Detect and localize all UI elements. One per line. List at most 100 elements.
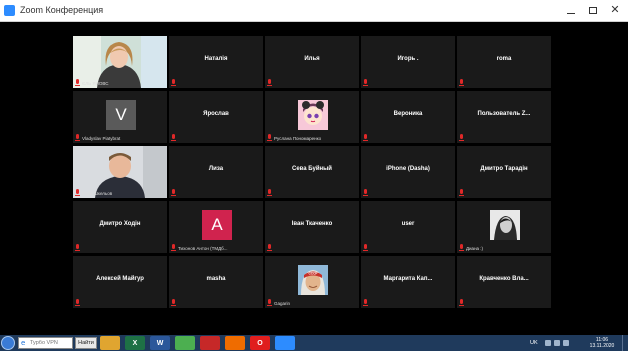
firefox-icon[interactable]: [225, 336, 245, 350]
participant-tile[interactable]: Дмитро Тарадін: [457, 146, 551, 198]
taskbar: e Найти X W O UK 11:06 13.11.2020: [0, 335, 628, 351]
opera-icon[interactable]: O: [250, 336, 270, 350]
window-title: Zoom Конференция: [20, 5, 104, 15]
participant-tile[interactable]: Дмитро Ходін: [73, 201, 167, 253]
maximize-icon: [589, 6, 597, 14]
search-input[interactable]: [30, 338, 72, 348]
participant-tile[interactable]: iPhone (Dasha): [361, 146, 455, 198]
participant-name: Ярослав: [203, 111, 229, 117]
mic-muted-icon: [363, 134, 368, 141]
participant-name: roma: [496, 56, 512, 62]
search-box[interactable]: e: [18, 337, 73, 349]
mic-muted-icon: [75, 299, 80, 306]
participant-tile[interactable]: Диана :): [457, 201, 551, 253]
participant-label: Руслана Пономаренко: [274, 136, 322, 141]
participant-tile[interactable]: V Vladyslav Piatybrat: [73, 91, 167, 143]
title-bar: Zoom Конференция ✕: [0, 0, 628, 22]
mic-muted-icon: [75, 189, 80, 196]
clock[interactable]: 11:06 13.11.2020: [586, 337, 618, 349]
participant-avatar: V: [106, 100, 136, 130]
mic-muted-icon: [267, 79, 272, 86]
participant-label: ЄЛЬ ЯНОВС: [82, 81, 109, 86]
excel-icon[interactable]: X: [125, 336, 145, 350]
participant-tile[interactable]: CCCP Gagarin: [265, 256, 359, 308]
mic-muted-icon: [459, 189, 464, 196]
system-tray: [545, 335, 569, 351]
svg-text:CCCP: CCCP: [308, 272, 318, 276]
participant-tile[interactable]: Наталія: [169, 36, 263, 88]
chrome-icon[interactable]: [175, 336, 195, 350]
zoom-icon[interactable]: [275, 336, 295, 350]
mic-muted-icon: [459, 244, 464, 251]
participant-tile[interactable]: Пользователь Z...: [457, 91, 551, 143]
participant-name: Пользователь Z...: [477, 111, 531, 117]
participant-name: Илья: [304, 56, 320, 62]
mic-muted-icon: [459, 299, 464, 306]
participant-avatar: [490, 210, 520, 240]
participant-name: Дмитро Тарадін: [480, 166, 528, 172]
search-button[interactable]: Найти: [75, 337, 97, 349]
minimize-button[interactable]: [563, 3, 579, 17]
app-glyph: O: [257, 339, 263, 347]
mic-muted-icon: [363, 189, 368, 196]
mic-muted-icon: [459, 79, 464, 86]
mic-muted-icon: [171, 134, 176, 141]
notification-icon[interactable]: [563, 340, 569, 346]
participant-tile[interactable]: A Тихонов Антон (ТМДб...: [169, 201, 263, 253]
mic-muted-icon: [171, 244, 176, 251]
participant-name: user: [401, 221, 415, 227]
participant-name: iPhone (Dasha): [386, 166, 430, 172]
pdf-icon[interactable]: [200, 336, 220, 350]
mic-muted-icon: [171, 79, 176, 86]
mic-muted-icon: [171, 299, 176, 306]
folder-icon[interactable]: [100, 336, 120, 350]
participant-label: Gagarin: [274, 301, 291, 306]
participant-label: Юрій Шкельов: [82, 191, 113, 196]
participant-name: Кравченко Вла...: [479, 276, 529, 282]
maximize-button[interactable]: [585, 3, 601, 17]
participant-tile[interactable]: Сева Буйный: [265, 146, 359, 198]
close-button[interactable]: ✕: [607, 3, 623, 17]
participant-name: Лиза: [208, 166, 224, 172]
participant-tile[interactable]: ЄЛЬ ЯНОВС: [73, 36, 167, 88]
participant-name: Маргарита Кап...: [383, 276, 433, 282]
participant-tile[interactable]: Іван Ткаченко: [265, 201, 359, 253]
mic-muted-icon: [363, 79, 368, 86]
participant-tile[interactable]: masha: [169, 256, 263, 308]
mic-muted-icon: [75, 134, 80, 141]
show-desktop-button[interactable]: [622, 335, 628, 351]
participant-tile[interactable]: Лиза: [169, 146, 263, 198]
mic-muted-icon: [267, 244, 272, 251]
participant-tile[interactable]: user: [361, 201, 455, 253]
participant-name: Сева Буйный: [292, 166, 332, 172]
participant-name: Игорь .: [397, 56, 419, 62]
word-icon[interactable]: W: [150, 336, 170, 350]
participant-label: Vladyslav Piatybrat: [82, 136, 121, 141]
participant-name: Вероника: [393, 111, 423, 117]
mic-muted-icon: [267, 134, 272, 141]
volume-icon[interactable]: [554, 340, 560, 346]
clock-date: 13.11.2020: [589, 343, 615, 349]
participant-tile[interactable]: Вероника: [361, 91, 455, 143]
participant-tile[interactable]: roma: [457, 36, 551, 88]
participant-tile[interactable]: Руслана Пономаренко: [265, 91, 359, 143]
participant-tile[interactable]: Юрій Шкельов: [73, 146, 167, 198]
participant-tile[interactable]: Кравченко Вла...: [457, 256, 551, 308]
participant-name: masha: [206, 276, 226, 282]
start-button[interactable]: [1, 336, 15, 350]
participant-tile[interactable]: Ярослав: [169, 91, 263, 143]
network-icon[interactable]: [545, 340, 551, 346]
participant-label: Диана :): [466, 246, 484, 251]
language-indicator[interactable]: UK: [530, 335, 538, 351]
mic-muted-icon: [459, 134, 464, 141]
participant-name: Алексей Майгур: [96, 276, 144, 282]
participant-tile[interactable]: Игорь .: [361, 36, 455, 88]
participant-tile[interactable]: Маргарита Кап...: [361, 256, 455, 308]
participant-label: Тихонов Антон (ТМДб...: [178, 246, 228, 251]
mic-muted-icon: [267, 189, 272, 196]
participant-name: Іван Ткаченко: [291, 221, 333, 227]
mic-muted-icon: [171, 189, 176, 196]
participant-tile[interactable]: Илья: [265, 36, 359, 88]
participant-tile[interactable]: Алексей Майгур: [73, 256, 167, 308]
close-icon: ✕: [610, 3, 620, 16]
